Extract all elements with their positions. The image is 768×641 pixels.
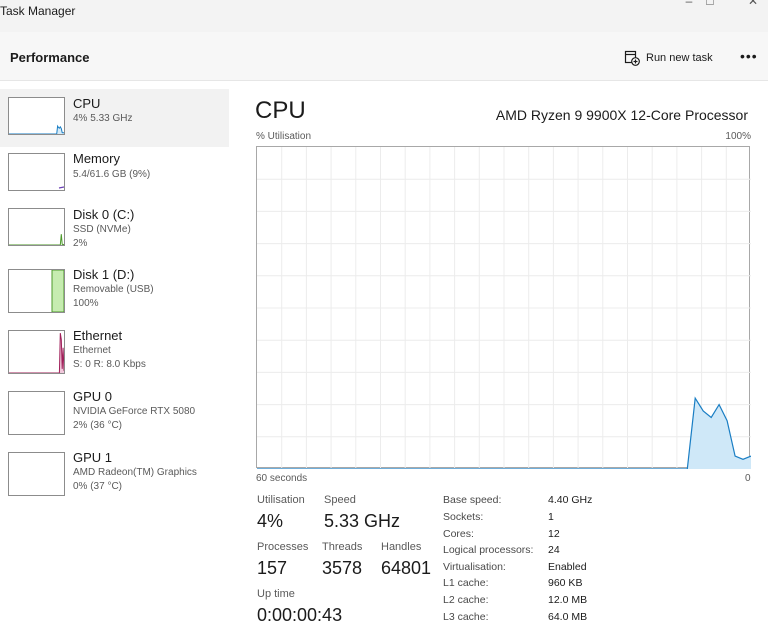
thumbnail-line — [9, 124, 64, 134]
threads-label: Threads — [322, 541, 363, 553]
page-header: Performance Run new task ••• — [0, 32, 768, 81]
spec-value: 64.0 MB — [548, 611, 588, 623]
spec-label: Virtualisation: — [443, 561, 506, 573]
page-title: Performance — [10, 50, 90, 65]
spec-label: L1 cache: — [443, 577, 489, 589]
uptime-value: 0:00:00:43 — [257, 605, 343, 625]
spec-value: 24 — [548, 544, 560, 556]
sidebar-item-label: GPU 0 — [73, 389, 113, 404]
thumbnail-area — [9, 126, 64, 134]
sidebar-item-gpu-0[interactable]: GPU 0 NVIDIA GeForce RTX 5080 2% (36 °C) — [0, 388, 229, 446]
memory-thumbnail — [8, 153, 65, 191]
graph-x-label-right: 0 — [745, 473, 751, 484]
sidebar-item-detail: SSD (NVMe) — [73, 224, 131, 235]
cpu-thumbnail — [8, 97, 65, 135]
uptime-label: Up time — [257, 588, 295, 600]
run-task-icon — [624, 50, 640, 66]
thumbnail-line — [9, 234, 64, 245]
disk-1-thumbnail — [8, 269, 65, 313]
sidebar-item-memory[interactable]: Memory 5.4/61.6 GB (9%) — [0, 149, 229, 207]
spec-label: L3 cache: — [443, 611, 489, 623]
spec-value: 12.0 MB — [548, 594, 588, 606]
handles-label: Handles — [381, 541, 422, 553]
speed-value: 5.33 GHz — [324, 511, 401, 531]
graph-y-max: 100% — [725, 131, 751, 142]
sidebar-item-detail-2: 2% — [73, 238, 88, 249]
spec-label: Cores: — [443, 528, 474, 540]
maximize-icon[interactable]: □ — [703, 0, 717, 7]
spec-value: 12 — [548, 528, 560, 540]
graph-y-label: % Utilisation — [256, 131, 312, 142]
sidebar-item-label: Ethernet — [73, 328, 123, 343]
sidebar-item-detail: Removable (USB) — [73, 284, 154, 295]
disk-0-thumbnail-graph — [9, 234, 64, 245]
processor-name: AMD Ryzen 9 9900X 12-Core Processor — [495, 107, 748, 123]
spec-label: Base speed: — [443, 494, 502, 506]
sidebar-item-detail-2: 0% (37 °C) — [73, 481, 123, 492]
speed-label: Speed — [324, 494, 356, 506]
sidebar-item-ethernet[interactable]: Ethernet Ethernet S: 0 R: 8.0 Kbps — [0, 327, 229, 385]
graph-x-label-left: 60 seconds — [256, 473, 308, 484]
sidebar-item-detail: AMD Radeon(TM) Graphics — [73, 467, 197, 478]
disk-0-thumbnail — [8, 208, 65, 246]
sidebar-item-detail: Ethernet — [73, 345, 111, 356]
memory-thumbnail-graph — [58, 186, 64, 189]
processes-value: 157 — [257, 558, 288, 578]
title-bar: Task Manager – □ ✕ — [0, 0, 768, 32]
sidebar-item-label: CPU — [73, 96, 101, 111]
memory-thumbnail-line — [58, 186, 64, 189]
spec-value: 4.40 GHz — [548, 494, 593, 506]
sidebar-item-detail: 5.4/61.6 GB (9%) — [73, 169, 151, 180]
spec-label: L2 cache: — [443, 594, 489, 606]
thumbnail-line — [9, 333, 64, 373]
sidebar: CPU 4% 5.33 GHz Memory 5.4/61.6 GB (9%) … — [0, 81, 229, 641]
sidebar-item-detail: NVIDIA GeForce RTX 5080 — [73, 406, 196, 417]
ethernet-thumbnail-graph — [9, 333, 64, 373]
more-options-button[interactable]: ••• — [740, 48, 758, 64]
gpu-0-thumbnail — [8, 391, 65, 435]
sidebar-item-label: GPU 1 — [73, 450, 113, 465]
sidebar-item-detail-2: S: 0 R: 8.0 Kbps — [73, 359, 146, 370]
sidebar-item-detail-2: 2% (36 °C) — [73, 420, 123, 431]
spec-value: Enabled — [548, 561, 587, 573]
sidebar-item-gpu-1[interactable]: GPU 1 AMD Radeon(TM) Graphics 0% (37 °C) — [0, 449, 229, 507]
spec-value: 960 KB — [548, 577, 583, 589]
close-icon[interactable]: ✕ — [746, 0, 760, 7]
run-new-task-button[interactable]: Run new task — [624, 49, 713, 67]
threads-value: 3578 — [322, 558, 363, 578]
sidebar-item-disk-1[interactable]: Disk 1 (D:) Removable (USB) 100% — [0, 266, 229, 324]
sidebar-item-detail-2: 100% — [73, 298, 99, 309]
disk-1-activity-bar — [51, 270, 64, 312]
ethernet-thumbnail — [8, 330, 65, 374]
sidebar-item-label: Disk 1 (D:) — [73, 267, 135, 282]
spec-value: 1 — [548, 511, 554, 523]
spec-label: Sockets: — [443, 511, 484, 523]
handles-value: 64801 — [381, 558, 432, 578]
sidebar-item-cpu[interactable]: CPU 4% 5.33 GHz — [0, 89, 229, 147]
cpu-utilisation-graph — [256, 146, 751, 469]
gpu-1-thumbnail — [8, 452, 65, 496]
cpu-utilisation-chart — [257, 147, 751, 469]
sidebar-item-label: Disk 0 (C:) — [73, 207, 135, 222]
spec-label: Logical processors: — [443, 544, 534, 556]
minimize-icon[interactable]: – — [682, 0, 696, 7]
processes-label: Processes — [257, 541, 309, 553]
cpu-thumbnail-graph — [9, 124, 64, 134]
main-title: CPU — [255, 97, 306, 124]
sidebar-item-label: Memory — [73, 151, 120, 166]
utilisation-value: 4% — [257, 511, 284, 531]
window-title: Task Manager — [0, 4, 76, 18]
sidebar-item-detail: 4% 5.33 GHz — [73, 113, 133, 124]
disk-1-thumbnail-graph — [51, 270, 64, 312]
sidebar-item-disk-0[interactable]: Disk 0 (C:) SSD (NVMe) 2% — [0, 205, 229, 263]
run-new-task-label: Run new task — [646, 52, 713, 64]
utilisation-label: Utilisation — [257, 494, 305, 506]
thumbnail-area — [9, 333, 64, 373]
